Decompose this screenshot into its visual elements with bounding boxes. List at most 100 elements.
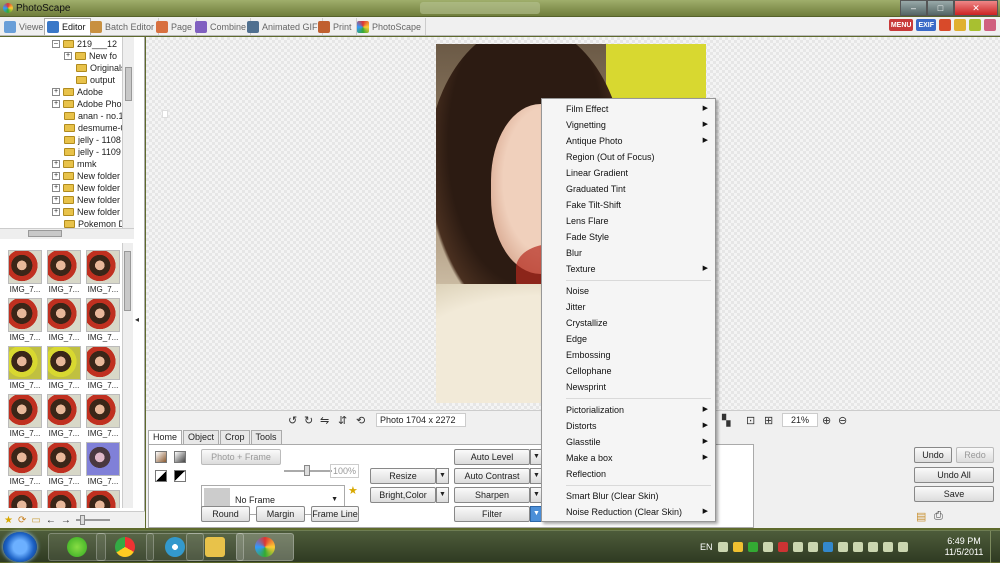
frame-gradient-swatch[interactable] <box>174 451 186 463</box>
menu-item-smart-blur[interactable]: Smart Blur (Clear Skin) <box>542 488 715 504</box>
star-icon[interactable]: ★ <box>4 515 13 526</box>
bright-color-dropdown[interactable]: ▼ <box>436 487 449 503</box>
tab-print[interactable]: Print <box>316 18 357 35</box>
auto-level-button[interactable]: Auto Level <box>454 449 530 465</box>
scrollbar-thumb[interactable] <box>28 230 62 237</box>
straighten-icon[interactable]: ⟲ <box>356 414 365 427</box>
save-button[interactable]: Save <box>914 486 994 502</box>
tree-item[interactable]: + New fo <box>64 50 117 62</box>
exif-button[interactable]: EXIF <box>916 19 936 31</box>
print-icon[interactable]: ⎙ <box>934 510 943 523</box>
folder-icon[interactable] <box>954 19 966 31</box>
redo-button[interactable]: Redo <box>956 447 994 463</box>
menu-item-cellophane[interactable]: Cellophane <box>542 363 715 379</box>
tray-volume-icon[interactable] <box>882 542 893 552</box>
thumbnail[interactable]: IMG_7... <box>84 298 122 346</box>
menu-item-reflection[interactable]: Reflection <box>542 466 715 482</box>
maximize-button[interactable]: □ <box>927 0 954 16</box>
sharpen-button[interactable]: Sharpen <box>454 487 530 503</box>
start-button[interactable] <box>3 532 37 562</box>
tree-item[interactable]: + New folder <box>52 206 120 218</box>
menu-item-antique-photo[interactable]: Antique Photo ▶ <box>542 133 715 149</box>
thumbnail[interactable]: IMG_7... <box>45 442 83 490</box>
expand-icon[interactable]: – <box>52 40 60 48</box>
menu-item-vignetting[interactable]: Vignetting ▶ <box>542 117 715 133</box>
thumbnail[interactable] <box>6 490 44 508</box>
frame-opacity-knob[interactable] <box>304 465 310 476</box>
compare-icon[interactable]: ▚ <box>722 414 730 427</box>
tree-vertical-scrollbar[interactable] <box>122 37 134 228</box>
expand-icon[interactable]: + <box>52 184 60 192</box>
filter-button[interactable]: Filter <box>454 506 530 522</box>
menu-button[interactable]: MENU <box>888 19 914 31</box>
favorite-frame-icon[interactable]: ★ <box>348 484 358 497</box>
folder-open-icon[interactable] <box>939 19 951 31</box>
expand-icon[interactable]: + <box>64 52 72 60</box>
tab-animated-gif[interactable]: Animated GIF <box>245 18 323 35</box>
thumbnail[interactable]: IMG_7... <box>45 250 83 298</box>
round-button[interactable]: Round <box>201 506 250 522</box>
zoom-out-icon[interactable]: ⊖ <box>838 414 847 427</box>
tab-editor[interactable]: Editor <box>44 18 91 35</box>
back-arrow-icon[interactable]: ← <box>46 515 56 526</box>
forward-arrow-icon[interactable]: → <box>61 515 71 526</box>
tree-item[interactable]: Originals <box>76 62 126 74</box>
tree-item[interactable]: Pokemon D <box>64 218 125 228</box>
menu-item-region-out-of-focus[interactable]: Region (Out of Focus) <box>542 149 715 165</box>
taskbar-photoscape[interactable] <box>236 533 294 561</box>
tray-screen-icon[interactable] <box>807 542 818 552</box>
menu-item-make-a-box[interactable]: Make a box ▶ <box>542 450 715 466</box>
tree-item[interactable]: + mmk <box>52 158 97 170</box>
tree-item[interactable]: + Adobe Pho <box>52 98 122 110</box>
margin-button[interactable]: Margin <box>256 506 305 522</box>
expand-icon[interactable]: + <box>52 88 60 96</box>
tab-home[interactable]: Home <box>148 430 183 444</box>
menu-item-jitter[interactable]: Jitter <box>542 299 715 315</box>
flip-vertical-icon[interactable]: ⇵ <box>338 414 347 427</box>
close-button[interactable]: ✕ <box>954 0 998 16</box>
tree-item[interactable]: + Adobe <box>52 86 103 98</box>
tray-monitor-icon[interactable] <box>792 542 803 552</box>
open-folder-icon[interactable]: ▤ <box>916 510 926 523</box>
tray-antivirus-icon[interactable] <box>747 542 758 552</box>
tree-horizontal-scrollbar[interactable] <box>0 228 134 239</box>
flip-horizontal-icon[interactable]: ⇋ <box>320 414 329 427</box>
rotate-left-icon[interactable]: ↺ <box>288 414 297 427</box>
tab-crop[interactable]: Crop <box>220 430 250 444</box>
tray-pen-icon[interactable] <box>762 542 773 552</box>
menu-item-newsprint[interactable]: Newsprint <box>542 379 715 395</box>
minimize-button[interactable]: – <box>900 0 927 16</box>
tab-batch-editor[interactable]: Batch Editor <box>88 18 160 35</box>
tab-object[interactable]: Object <box>183 430 220 444</box>
thumbnail-scrollbar[interactable] <box>122 243 133 508</box>
undo-button[interactable]: Undo <box>914 447 952 463</box>
zoom-fit-icon[interactable]: ⊡ <box>746 414 755 427</box>
frame-inverse-swatch[interactable] <box>174 470 186 482</box>
menu-item-fade-style[interactable]: Fade Style <box>542 229 715 245</box>
tree-item[interactable]: desmume-0 <box>64 122 126 134</box>
thumbnail[interactable]: IMG_7... <box>6 298 44 346</box>
tray-help-icon[interactable] <box>717 542 728 552</box>
tray-network-icon[interactable] <box>732 542 743 552</box>
menu-item-fake-tilt-shift[interactable]: Fake Tilt-Shift <box>542 197 715 213</box>
thumbnail[interactable]: IMG_7... <box>45 346 83 394</box>
tab-combine[interactable]: Combine <box>193 18 252 35</box>
language-indicator[interactable]: EN <box>700 542 713 552</box>
tab-tools[interactable]: Tools <box>250 430 282 444</box>
menu-item-noise-reduction[interactable]: Noise Reduction (Clear Skin) ▶ <box>542 504 715 520</box>
thumbnail[interactable]: IMG_7... <box>45 298 83 346</box>
thumbnail[interactable] <box>84 490 122 508</box>
tree-item[interactable]: anan - no.1 <box>64 110 124 122</box>
thumbnail[interactable]: IMG_7... <box>6 346 44 394</box>
tree-item[interactable]: + New folder <box>52 194 120 206</box>
menu-item-edge[interactable]: Edge <box>542 331 715 347</box>
thumbnail[interactable]: IMG_7... <box>45 394 83 442</box>
tree-item[interactable]: output <box>76 74 115 86</box>
thumbnail[interactable]: IMG_7... <box>6 442 44 490</box>
thumbnail[interactable]: IMG_7... <box>6 394 44 442</box>
photo-frame-button[interactable]: Photo + Frame <box>201 449 281 465</box>
bright-color-button[interactable]: Bright,Color <box>370 487 436 503</box>
menu-item-graduated-tint[interactable]: Graduated Tint <box>542 181 715 197</box>
tray-signal-icon[interactable] <box>867 542 878 552</box>
auto-contrast-button[interactable]: Auto Contrast <box>454 468 530 484</box>
